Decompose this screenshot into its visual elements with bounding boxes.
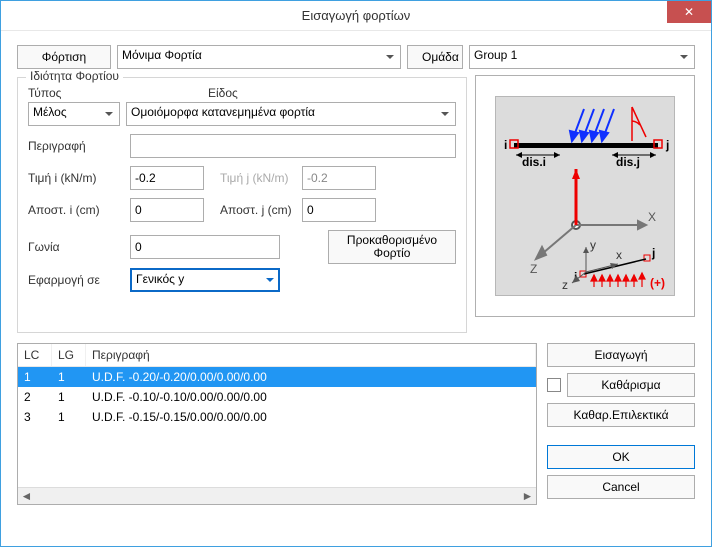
cancel-button-label: Cancel [602, 480, 639, 494]
table-row[interactable]: 31U.D.F. -0.15/-0.15/0.00/0.00/0.00 [18, 407, 536, 427]
ok-button[interactable]: OK [547, 445, 695, 469]
row-distances: Αποστ. i (cm) Αποστ. j (cm) [28, 198, 456, 222]
description-label: Περιγραφή [28, 139, 124, 153]
scroll-right-icon[interactable]: ► [519, 488, 536, 505]
angle-label: Γωνία [28, 240, 124, 254]
kind-label: Είδος [208, 86, 238, 100]
type-value: Μέλος [33, 105, 67, 119]
apply-value: Γενικός y [136, 272, 184, 286]
group-select[interactable]: Group 1 [469, 45, 695, 69]
dist-j-label: Αποστ. j (cm) [210, 203, 296, 217]
row-type-kind-labels: Τύπος Είδος [28, 86, 456, 100]
preset-load-label: Προκαθορισμένο Φορτίο [347, 233, 437, 260]
local-z: z [562, 278, 568, 292]
load-diagram: i j dis.i dis.j [495, 96, 675, 296]
cell-desc: U.D.F. -0.20/-0.20/0.00/0.00/0.00 [86, 367, 536, 387]
value-j-label: Τιμή j (kN/m) [210, 171, 296, 185]
horizontal-scrollbar[interactable]: ◄ ► [18, 487, 536, 504]
value-j-input [302, 166, 376, 190]
cell-lg: 1 [52, 387, 86, 407]
load-button[interactable]: Φόρτιση [17, 45, 111, 69]
type-label: Τύπος [28, 86, 124, 100]
local-x: x [616, 248, 622, 262]
j-label: j [665, 138, 669, 152]
ok-button-label: OK [612, 450, 629, 464]
fieldset-legend: Ιδιότητα Φορτίου [26, 69, 123, 83]
cell-lc: 1 [18, 367, 52, 387]
apply-label: Εφαρμογή σε [28, 273, 124, 287]
th-lg[interactable]: LG [52, 344, 86, 366]
load-button-label: Φόρτιση [42, 50, 86, 64]
table-header: LC LG Περιγραφή [18, 344, 536, 367]
angle-input[interactable] [130, 235, 280, 259]
scroll-left-icon[interactable]: ◄ [18, 488, 35, 505]
row-type-kind: Μέλος Ομοιόμορφα κατανεμημένα φορτία [28, 102, 456, 126]
top-row: Φόρτιση Μόνιμα Φορτία Ομάδα Group 1 [17, 45, 695, 69]
preview-box: i j dis.i dis.j [475, 75, 695, 317]
load-type-value: Μόνιμα Φορτία [122, 48, 202, 62]
table-body[interactable]: 11U.D.F. -0.20/-0.20/0.00/0.00/0.0021U.D… [18, 367, 536, 487]
window-title: Εισαγωγή φορτίων [302, 8, 411, 23]
axis-z: Z [530, 262, 537, 276]
clear-button[interactable]: Καθάρισμα [567, 373, 695, 397]
preset-load-button[interactable]: Προκαθορισμένο Φορτίο [328, 230, 456, 264]
cell-desc: U.D.F. -0.15/-0.15/0.00/0.00/0.00 [86, 407, 536, 427]
dialog-body: Φόρτιση Μόνιμα Φορτία Ομάδα Group 1 Ιδιό… [1, 31, 711, 517]
load-properties-fieldset: Ιδιότητα Φορτίου Τύπος Είδος Μέλος Ομοιό… [17, 77, 467, 333]
cell-desc: U.D.F. -0.10/-0.10/0.00/0.00/0.00 [86, 387, 536, 407]
cell-lc: 2 [18, 387, 52, 407]
close-icon: ✕ [684, 5, 694, 19]
action-buttons: Εισαγωγή Καθάρισμα Καθαρ.Επιλεκτικά OK C… [547, 343, 695, 505]
value-i-input[interactable] [130, 166, 204, 190]
th-lc[interactable]: LC [18, 344, 52, 366]
load-type-select[interactable]: Μόνιμα Φορτία [117, 45, 401, 69]
group-button-label: Ομάδα [422, 50, 459, 64]
row-angle: Γωνία Προκαθορισμένο Φορτίο [28, 230, 456, 264]
table-row[interactable]: 21U.D.F. -0.10/-0.10/0.00/0.00/0.00 [18, 387, 536, 407]
cell-lg: 1 [52, 407, 86, 427]
row-description: Περιγραφή [28, 134, 456, 158]
kind-value: Ομοιόμορφα κατανεμημένα φορτία [131, 105, 315, 119]
type-select[interactable]: Μέλος [28, 102, 120, 126]
bottom-row: LC LG Περιγραφή 11U.D.F. -0.20/-0.20/0.0… [17, 343, 695, 505]
table-row[interactable]: 11U.D.F. -0.20/-0.20/0.00/0.00/0.00 [18, 367, 536, 387]
axis-x: X [648, 210, 656, 224]
load-properties-col: Ιδιότητα Φορτίου Τύπος Είδος Μέλος Ομοιό… [17, 75, 467, 333]
dis-j-text: dis.j [616, 155, 640, 169]
cancel-button[interactable]: Cancel [547, 475, 695, 499]
description-input[interactable] [130, 134, 456, 158]
load-diagram-svg: i j dis.i dis.j [496, 97, 676, 297]
mid-row: Ιδιότητα Φορτίου Τύπος Είδος Μέλος Ομοιό… [17, 75, 695, 333]
dis-i-text: dis.i [522, 155, 546, 169]
titlebar: Εισαγωγή φορτίων ✕ [1, 1, 711, 31]
plus-sign: (+) [650, 276, 665, 290]
kind-select[interactable]: Ομοιόμορφα κατανεμημένα φορτία [126, 102, 456, 126]
cell-lg: 1 [52, 367, 86, 387]
group-button[interactable]: Ομάδα [407, 45, 463, 69]
clear-checkbox[interactable] [547, 378, 561, 392]
th-desc[interactable]: Περιγραφή [86, 344, 536, 366]
dist-i-input[interactable] [130, 198, 204, 222]
clear-selective-label: Καθαρ.Επιλεκτικά [573, 408, 668, 422]
local-j: j [651, 246, 655, 260]
clear-button-label: Καθάρισμα [601, 378, 660, 392]
preview-col: i j dis.i dis.j [475, 75, 695, 333]
dist-i-label: Αποστ. i (cm) [28, 203, 124, 217]
close-button[interactable]: ✕ [667, 1, 711, 23]
loads-table: LC LG Περιγραφή 11U.D.F. -0.20/-0.20/0.0… [17, 343, 537, 505]
i-label: i [504, 138, 507, 152]
clear-selective-button[interactable]: Καθαρ.Επιλεκτικά [547, 403, 695, 427]
cell-lc: 3 [18, 407, 52, 427]
group-value: Group 1 [474, 48, 517, 62]
value-i-label: Τιμή i (kN/m) [28, 171, 124, 185]
dialog-window: Εισαγωγή φορτίων ✕ Φόρτιση Μόνιμα Φορτία… [0, 0, 712, 547]
insert-button[interactable]: Εισαγωγή [547, 343, 695, 367]
row-values: Τιμή i (kN/m) Τιμή j (kN/m) [28, 166, 456, 190]
clear-row: Καθάρισμα [547, 373, 695, 397]
apply-select[interactable]: Γενικός y [130, 268, 280, 292]
insert-button-label: Εισαγωγή [594, 348, 647, 362]
dist-j-input[interactable] [302, 198, 376, 222]
local-y: y [590, 238, 596, 252]
row-apply: Εφαρμογή σε Γενικός y [28, 268, 456, 292]
